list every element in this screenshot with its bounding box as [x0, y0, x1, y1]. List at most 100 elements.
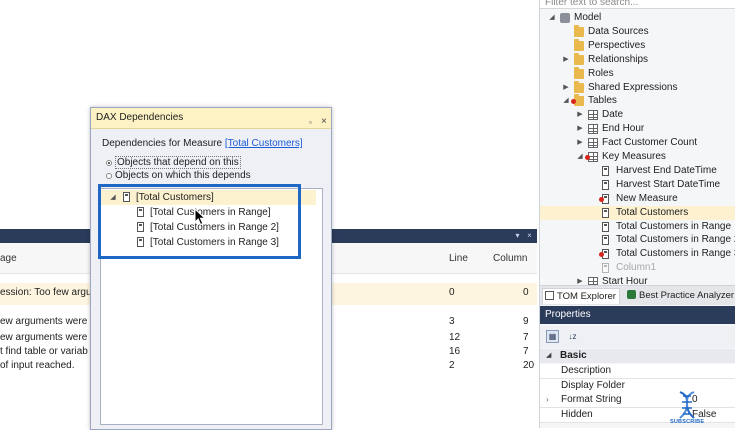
tree-item-label: Column1 — [616, 262, 657, 274]
dna-icon — [679, 391, 695, 419]
property-label: Description — [561, 365, 612, 376]
property-label: Display Folder — [561, 379, 625, 391]
tree-item[interactable]: ◢ Tables — [540, 94, 735, 108]
column-header-line[interactable]: Line — [449, 253, 468, 264]
folder-icon — [574, 38, 584, 51]
measure-icon — [602, 179, 609, 190]
tree-item-label: Total Customers — [616, 206, 689, 218]
section-label: Basic — [560, 350, 587, 361]
tree-item[interactable]: ◢ Model — [540, 11, 735, 25]
tree-item[interactable]: Column1 — [540, 261, 735, 275]
collapse-icon[interactable]: ◢ — [562, 94, 570, 108]
table-icon — [588, 110, 598, 121]
tree-item-label: Roles — [588, 67, 614, 79]
tree-item[interactable]: ◢ Key Measures — [540, 150, 735, 164]
column-header-column[interactable]: Column — [493, 253, 527, 264]
table-icon — [588, 138, 598, 149]
properties-section-basic[interactable]: ◢ Basic — [540, 349, 735, 363]
expand-icon[interactable]: ▶ — [576, 136, 584, 150]
pin-icon[interactable]: ▾ — [513, 231, 522, 240]
tree-item-label: New Measure — [616, 192, 678, 204]
error-indicator-icon — [585, 155, 590, 160]
mouse-cursor-icon — [194, 208, 207, 226]
tree-item[interactable]: Total Customers in Range 2 — [540, 233, 735, 247]
tree-item[interactable]: ▶ Fact Customer Count — [540, 136, 735, 150]
tree-item[interactable]: Total Customers in Range — [540, 220, 735, 234]
tree-item[interactable]: Roles — [540, 66, 735, 81]
tree-item[interactable]: New Measure — [540, 192, 735, 206]
tree-item[interactable]: ▶ End Hour — [540, 122, 735, 136]
tree-item[interactable]: Total Customers in Range 3 — [540, 247, 735, 261]
tree-item[interactable]: Harvest Start DateTime — [540, 178, 735, 192]
error-column: 0 — [523, 287, 529, 298]
tab-best-practice-analyzer[interactable]: Best Practice Analyzer — [625, 288, 735, 303]
tree-item[interactable]: Total Customers — [540, 205, 735, 220]
column-header-message[interactable]: age — [0, 253, 17, 264]
tree-item-label: Key Measures — [602, 151, 666, 162]
tab-label: Best Practice Analyzer — [639, 290, 735, 301]
tab-tom-explorer[interactable]: TOM Explorer — [542, 288, 620, 304]
tree-item[interactable]: Data Sources — [540, 24, 735, 39]
properties-toolbar: ▦ ↓z — [540, 326, 735, 348]
categorized-view-icon[interactable]: ▦ — [546, 330, 559, 343]
expand-icon[interactable]: ▶ — [576, 122, 584, 136]
tree-item-label: End Hour — [602, 123, 645, 135]
tree-item-label: Total Customers in Range 3 — [616, 248, 735, 260]
model-icon — [560, 13, 570, 23]
measure-icon — [602, 235, 609, 246]
explorer-tabbar: TOM Explorer Best Practice Analyzer — [540, 285, 735, 305]
expand-icon[interactable]: ▶ — [562, 81, 570, 95]
filter-input[interactable]: Filter text to search... — [540, 0, 735, 9]
expand-icon[interactable]: › — [546, 393, 549, 407]
tree-item-label: Data Sources — [588, 25, 649, 37]
tree-item-label: Tables — [588, 95, 617, 107]
dependencies-prefix: Dependencies for Measure — [102, 138, 225, 149]
property-row[interactable]: Display Folder — [540, 378, 735, 394]
tab-label: TOM Explorer — [557, 291, 616, 302]
measure-link[interactable]: [Total Customers] — [225, 138, 303, 149]
tree-item-label: Shared Expressions — [588, 81, 678, 93]
tree-item[interactable]: ▶ Date — [540, 108, 735, 122]
property-row[interactable]: Hidden False — [540, 407, 735, 423]
tree-item[interactable]: Harvest End DateTime — [540, 164, 735, 178]
property-label: Hidden — [561, 408, 593, 420]
tom-explorer-panel: Filter text to search... ◢ Model Data Sour… — [539, 0, 735, 428]
tree-item-label: Relationships — [588, 53, 649, 65]
watermark-text: SUBSCRIBE — [670, 419, 705, 425]
collapse-icon[interactable]: ◢ — [576, 150, 584, 164]
property-row[interactable]: › Format String 0 — [540, 393, 735, 408]
error-column: 7 — [523, 346, 529, 357]
collapse-icon[interactable]: ◢ — [548, 11, 556, 25]
tree-item-label: Model — [574, 12, 602, 23]
dialog-titlebar: DAX Dependencies ▫ × — [91, 108, 331, 129]
property-label: Format String — [561, 394, 622, 405]
error-line: 16 — [449, 346, 461, 357]
tree-item[interactable]: ▶ Shared Expressions — [540, 80, 735, 95]
tree-item[interactable]: ▶ Relationships — [540, 52, 735, 67]
tree-item[interactable]: Perspectives — [540, 38, 735, 53]
properties-title: Properties — [540, 306, 735, 324]
expand-icon[interactable]: ▶ — [562, 53, 570, 67]
sort-alphabetical-icon[interactable]: ↓z — [566, 330, 579, 343]
dialog-title: DAX Dependencies — [96, 112, 184, 123]
error-line: 12 — [449, 332, 461, 343]
error-column: 7 — [523, 332, 529, 343]
error-column: 20 — [523, 360, 535, 371]
pin-icon[interactable]: ▫ — [309, 113, 312, 133]
radio-label: Objects on which this depends — [115, 170, 251, 181]
subscribe-watermark: SUBSCRIBE — [670, 390, 704, 428]
folder-icon — [574, 52, 584, 65]
close-icon[interactable]: × — [321, 112, 327, 132]
dependencies-caption: Dependencies for Measure [Total Customer… — [102, 138, 303, 149]
collapse-icon[interactable]: ◢ — [546, 349, 551, 363]
folder-icon — [574, 80, 584, 93]
close-icon[interactable]: × — [525, 231, 534, 240]
radio-dot[interactable] — [106, 160, 112, 166]
radio-dot[interactable] — [106, 173, 112, 179]
property-row[interactable]: Description — [540, 364, 735, 379]
tree-item-label: Total Customers in Range 2 — [616, 234, 735, 246]
tree-item-label: Harvest Start DateTime — [616, 178, 721, 190]
expand-icon[interactable]: ▶ — [576, 108, 584, 122]
tree-item-label: Total Customers in Range — [616, 220, 732, 232]
dax-dependencies-dialog: DAX Dependencies ▫ × Dependencies for Me… — [90, 107, 332, 430]
